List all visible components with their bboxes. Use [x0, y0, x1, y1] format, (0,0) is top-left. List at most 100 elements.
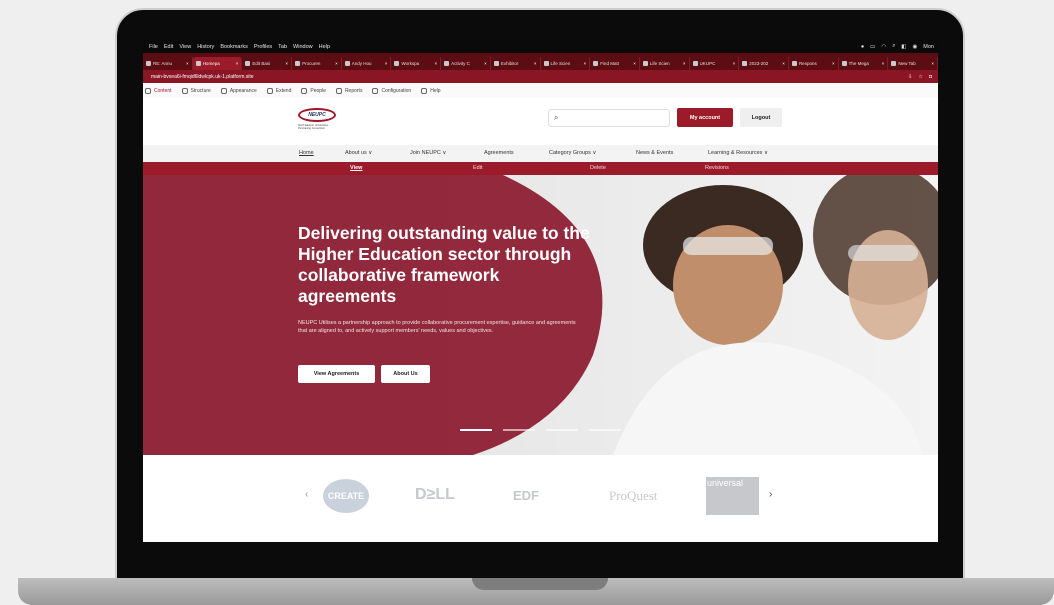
admin-extend[interactable]: Extend	[266, 87, 291, 94]
admin-reports[interactable]: Reports	[335, 87, 362, 94]
my-account-button[interactable]: My account	[677, 108, 733, 127]
admin-content[interactable]: Content	[145, 87, 172, 94]
carousel-dot[interactable]	[546, 429, 578, 431]
close-icon[interactable]: ×	[333, 61, 338, 66]
close-icon[interactable]: ×	[681, 61, 686, 66]
status-icon[interactable]: ●	[861, 44, 864, 50]
tab[interactable]: UKUPC ×	[690, 57, 740, 70]
tab-view[interactable]: View	[350, 165, 362, 171]
menu-history[interactable]: History	[197, 44, 214, 50]
logo-create[interactable]: CREATE	[323, 479, 369, 513]
menu-file[interactable]: File	[149, 44, 158, 50]
siri-icon[interactable]: ◉	[912, 44, 917, 50]
extension-icon[interactable]: ◘	[929, 74, 932, 80]
tab-label: Activity C	[451, 61, 470, 66]
menu-help[interactable]: Help	[319, 44, 330, 50]
carousel-dot[interactable]	[589, 429, 621, 431]
favicon-icon	[444, 61, 450, 66]
admin-help[interactable]: Help	[421, 87, 441, 94]
tab-label: Respons	[798, 61, 817, 66]
nav-join-neupc[interactable]: Join NEUPC ∨	[410, 150, 446, 156]
logo-universal[interactable]: universal	[706, 477, 759, 515]
close-icon[interactable]: ×	[780, 61, 785, 66]
search-icon[interactable]: ⌕	[892, 43, 895, 50]
tab-label: UKUPC	[699, 61, 716, 66]
admin-people[interactable]: People	[301, 87, 326, 94]
logout-button[interactable]: Logout	[740, 108, 782, 127]
logo-proquest[interactable]: ProQuest	[609, 488, 657, 504]
hero-title: Delivering outstanding value to the High…	[298, 223, 590, 306]
nav-about-us[interactable]: About us ∨	[345, 150, 372, 156]
url-text[interactable]: main-bvxea6i-fmqid6ldwlcpk.uk-1.platform…	[151, 74, 254, 80]
tab-delete[interactable]: Delete	[590, 165, 606, 171]
close-icon[interactable]: ×	[731, 61, 736, 66]
carousel-dot[interactable]	[503, 429, 535, 431]
favicon-icon	[493, 61, 499, 66]
bookmark-star-icon[interactable]: ☆	[918, 74, 922, 80]
logo-edf[interactable]: EDF	[513, 488, 539, 503]
menu-window[interactable]: Window	[293, 44, 313, 50]
tab[interactable]: Life Scien ×	[541, 57, 591, 70]
close-icon[interactable]: ×	[383, 61, 388, 66]
tab-label: Life Scien	[649, 61, 670, 66]
favicon-icon	[841, 61, 847, 66]
tab[interactable]: Workspa ×	[391, 57, 442, 70]
nav-category-groups[interactable]: Category Groups ∨	[549, 150, 596, 156]
download-icon[interactable]: ⇩	[908, 74, 912, 80]
address-bar[interactable]: main-bvxea6i-fmqid6ldwlcpk.uk-1.platform…	[143, 70, 938, 83]
close-icon[interactable]: ×	[532, 61, 537, 66]
logo-dell[interactable]: D≥LL	[415, 486, 455, 504]
wifi-icon[interactable]: ◠	[881, 44, 886, 50]
menu-edit[interactable]: Edit	[164, 44, 173, 50]
tab[interactable]: Activity C ×	[441, 57, 491, 70]
tab[interactable]: The Mega ×	[839, 57, 889, 70]
control-center-icon[interactable]: ◧	[901, 44, 906, 50]
tab[interactable]: Exhibitor ×	[491, 57, 541, 70]
close-icon[interactable]: ×	[631, 61, 636, 66]
menu-view[interactable]: View	[179, 44, 191, 50]
tab[interactable]: Procuren ×	[292, 57, 342, 70]
search-input[interactable]: ⌕	[548, 109, 670, 127]
close-icon[interactable]: ×	[432, 61, 437, 66]
carousel-dot[interactable]	[460, 429, 492, 431]
admin-configuration[interactable]: Configuration	[372, 87, 412, 94]
tab[interactable]: New Tab ×	[888, 57, 938, 70]
site-logo[interactable]: NEUPC North Eastern Universities Purchas…	[298, 108, 338, 134]
admin-appearance[interactable]: Appearance	[220, 87, 257, 94]
menu-profiles[interactable]: Profiles	[254, 44, 272, 50]
tab[interactable]: Respons ×	[789, 57, 839, 70]
clock-label[interactable]: Mon	[923, 44, 934, 50]
view-agreements-button[interactable]: View Agreements	[298, 365, 375, 383]
tab-edit[interactable]: Edit	[473, 165, 482, 171]
tab-active[interactable]: Homepa ×	[192, 57, 243, 70]
tab[interactable]: Life Scien ×	[640, 57, 690, 70]
close-icon[interactable]: ×	[929, 61, 934, 66]
nav-learning-resources[interactable]: Learning & Resources ∨	[708, 150, 768, 156]
nav-news-events[interactable]: News & Events	[636, 150, 673, 156]
nav-home[interactable]: Home	[299, 150, 314, 156]
reports-icon	[335, 87, 342, 94]
admin-structure[interactable]: Structure	[181, 87, 211, 94]
close-icon[interactable]: ×	[830, 61, 835, 66]
tab-revisions[interactable]: Revisions	[705, 165, 729, 171]
help-icon	[421, 87, 428, 94]
menu-bookmarks[interactable]: Bookmarks	[220, 44, 248, 50]
close-icon[interactable]: ×	[880, 61, 885, 66]
close-icon[interactable]: ×	[582, 61, 587, 66]
chevron-right-icon[interactable]: ›	[769, 489, 772, 500]
close-icon[interactable]: ×	[234, 61, 239, 66]
tab[interactable]: Edit Basi ×	[242, 57, 293, 70]
about-us-button[interactable]: About Us	[381, 365, 430, 383]
nav-agreements[interactable]: Agreements	[484, 150, 514, 156]
battery-icon[interactable]: ▭	[870, 44, 875, 50]
close-icon[interactable]: ×	[283, 61, 288, 66]
tab[interactable]: Find Matt ×	[590, 57, 640, 70]
admin-label: Configuration	[381, 87, 412, 94]
chevron-left-icon[interactable]: ‹	[305, 489, 308, 500]
tab[interactable]: 2023-202 ×	[739, 57, 789, 70]
tab[interactable]: Andy Hou ×	[342, 57, 392, 70]
close-icon[interactable]: ×	[184, 61, 189, 66]
menu-tab[interactable]: Tab	[278, 44, 287, 50]
close-icon[interactable]: ×	[482, 61, 487, 66]
tab[interactable]: RE: Annu ×	[143, 57, 193, 70]
